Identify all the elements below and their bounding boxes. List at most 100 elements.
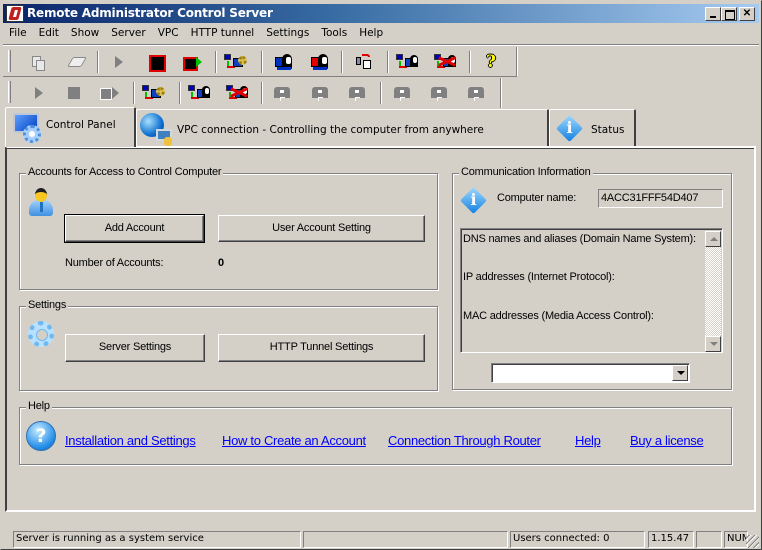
ip-addresses-line: IP addresses (Internet Protocol): (463, 271, 615, 283)
help-question-icon: ? (26, 421, 56, 451)
scroll-up-button[interactable] (705, 231, 721, 247)
help-icon[interactable]: ? (480, 51, 502, 73)
accounts-count-value: 0 (218, 257, 224, 269)
monitor-icon[interactable] (309, 82, 331, 104)
stop-icon[interactable] (145, 51, 167, 73)
gear-icon (26, 319, 56, 349)
monitor-icon[interactable] (271, 82, 293, 104)
computer-name-field[interactable]: 4ACC31FFF54D407 (598, 189, 723, 208)
menu-http-tunnel[interactable]: HTTP tunnel (185, 25, 261, 43)
disconnect-user-icon[interactable] (309, 51, 331, 73)
status-pane-empty (303, 531, 508, 548)
menu-edit[interactable]: Edit (33, 25, 65, 43)
monitor-icon[interactable] (346, 82, 368, 104)
tab-label: VPC connection - Controlling the compute… (177, 124, 484, 136)
http-tunnel-settings-button[interactable]: HTTP Tunnel Settings (218, 334, 425, 362)
stop-icon[interactable] (63, 82, 85, 104)
main-toolbar: ? (3, 47, 518, 77)
menu-show[interactable]: Show (65, 25, 105, 43)
info-icon: i (556, 115, 583, 142)
toolbar-separator (261, 82, 263, 104)
copy-icon[interactable] (27, 51, 49, 73)
play-icon[interactable] (107, 51, 129, 73)
num-lock-status: NUM (724, 531, 748, 548)
version-status: 1.15.47 (648, 531, 694, 548)
scroll-down-button[interactable] (705, 336, 721, 352)
toolbar-separator (215, 51, 217, 73)
server-settings-button[interactable]: Server Settings (65, 334, 205, 362)
connect-user-icon[interactable] (273, 51, 295, 73)
network-settings-icon[interactable] (141, 82, 169, 104)
settings-group-title: Settings (26, 299, 69, 311)
minimize-button[interactable] (705, 7, 721, 21)
help-group-title: Help (26, 400, 52, 412)
vpc-globe-icon (140, 113, 174, 147)
tab-label: Status (591, 124, 625, 136)
menu-file[interactable]: File (3, 25, 33, 43)
file-transfer-icon[interactable] (353, 51, 375, 73)
users-connected-status: Users connected: 0 (510, 531, 645, 548)
stop-and-start-icon[interactable] (181, 51, 203, 73)
mac-addresses-line: MAC addresses (Media Access Control): (463, 310, 654, 322)
connect-network-user-icon[interactable] (187, 82, 215, 104)
link-buy-license[interactable]: Buy a license (630, 433, 704, 448)
secondary-toolbar (3, 78, 502, 108)
monitor-icon[interactable] (428, 82, 450, 104)
toolbar-grip[interactable] (8, 81, 11, 103)
disconnect-network-user-icon[interactable] (225, 82, 253, 104)
connect-network-user-icon[interactable] (395, 51, 423, 73)
toolbar-grip[interactable] (8, 50, 11, 72)
app-logo-icon (6, 5, 24, 22)
menu-bar: File Edit Show Server VPC HTTP tunnel Se… (3, 25, 759, 43)
dns-names-line: DNS names and aliases (Domain Name Syste… (463, 233, 696, 245)
add-account-button[interactable]: Add Account (64, 214, 205, 243)
accounts-count-label: Number of Accounts: (65, 257, 164, 269)
close-button[interactable]: ✕ (739, 7, 755, 21)
toolbar-separator (469, 51, 471, 73)
toolbar-separator (97, 51, 99, 73)
maximize-button[interactable] (721, 7, 737, 21)
status-message: Server is running as a system service (13, 531, 301, 548)
tab-vpc-connection[interactable]: VPC connection - Controlling the compute… (136, 109, 549, 146)
computer-name-label: Computer name: (497, 192, 577, 204)
menu-help[interactable]: Help (353, 25, 389, 43)
window-title: Remote Administrator Control Server (27, 6, 273, 20)
tab-status[interactable]: i Status (549, 109, 636, 146)
user-account-icon (27, 188, 55, 218)
link-help[interactable]: Help (575, 433, 601, 448)
monitor-icon[interactable] (465, 82, 487, 104)
list-scrollbar[interactable] (705, 231, 721, 352)
toolbar-area: ? (3, 44, 759, 108)
eraser-icon[interactable] (65, 51, 87, 73)
tab-control-panel[interactable]: Control Panel (5, 107, 136, 147)
toolbar-separator (341, 51, 343, 73)
link-how-to-create-account[interactable]: How to Create an Account (222, 433, 366, 448)
control-panel-icon (11, 111, 44, 144)
disconnect-network-user-icon[interactable] (433, 51, 461, 73)
accounts-group-title: Accounts for Access to Control Computer (26, 166, 224, 178)
menu-vpc[interactable]: VPC (152, 25, 185, 43)
tab-label: Control Panel (46, 119, 116, 131)
link-installation-and-settings[interactable]: Installation and Settings (65, 433, 196, 448)
toolbar-separator (133, 82, 135, 104)
toolbar-separator (179, 82, 181, 104)
monitor-icon[interactable] (391, 82, 413, 104)
toolbar-separator (380, 82, 382, 104)
menu-tools[interactable]: Tools (315, 25, 353, 43)
menu-settings[interactable]: Settings (260, 25, 315, 43)
network-interface-dropdown[interactable] (491, 363, 690, 383)
chevron-down-icon[interactable] (672, 365, 688, 381)
resize-grip[interactable] (746, 535, 759, 548)
stop-and-start-icon[interactable] (99, 82, 121, 104)
menu-server[interactable]: Server (105, 25, 151, 43)
link-connection-through-router[interactable]: Connection Through Router (388, 433, 541, 448)
network-settings-icon[interactable] (223, 51, 251, 73)
network-info-list[interactable]: DNS names and aliases (Domain Name Syste… (460, 228, 723, 353)
title-bar[interactable]: Remote Administrator Control Server ✕ (3, 4, 759, 23)
play-icon[interactable] (27, 82, 49, 104)
toolbar-separator (261, 51, 263, 73)
communication-group-title: Communication Information (459, 166, 593, 178)
user-account-setting-button[interactable]: User Account Setting (218, 215, 425, 242)
info-icon: i (460, 187, 487, 214)
status-pane-empty (696, 531, 722, 548)
